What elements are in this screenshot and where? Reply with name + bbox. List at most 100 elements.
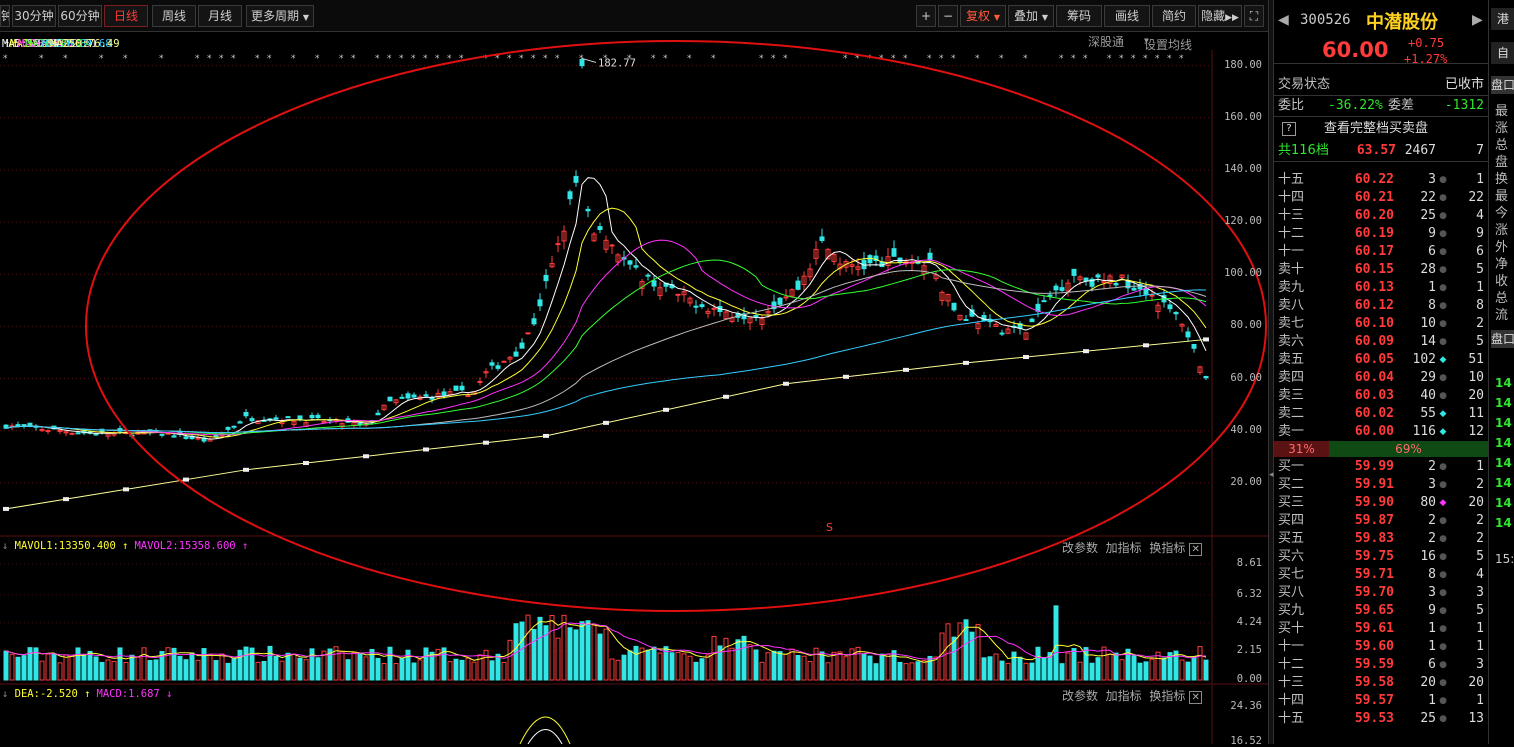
order-book-row[interactable]: 十五 60.22 3 ● 1 (1274, 171, 1488, 189)
order-book-row[interactable]: 十二 60.19 9 ● 9 (1274, 225, 1488, 243)
volume-bar (651, 646, 657, 681)
level-price: 59.61 (1354, 621, 1394, 636)
volume-bar (1119, 659, 1125, 681)
hk-tab[interactable]: 港 (1491, 8, 1514, 30)
event-marker-icon: * (519, 54, 524, 64)
order-book-row[interactable]: 买十 59.61 1 ● 1 (1274, 620, 1488, 638)
event-marker-icon: * (339, 54, 344, 64)
order-book-row[interactable]: 卖二 60.02 55 ◆ 11 (1274, 405, 1488, 423)
help-icon[interactable]: ? (1282, 122, 1296, 136)
order-book-row[interactable]: 十一 59.60 1 ● 1 (1274, 638, 1488, 656)
order-book-row[interactable]: 十二 59.59 6 ● 3 (1274, 656, 1488, 674)
order-book-row[interactable]: 卖六 60.09 14 ● 5 (1274, 333, 1488, 351)
price-axis-tick: 120.00 (1224, 215, 1262, 228)
event-marker-icon: * (291, 54, 296, 64)
order-book-row[interactable]: 卖四 60.04 29 ● 10 (1274, 369, 1488, 387)
level-dot-icon: ● (1439, 175, 1447, 185)
ma250-marker (423, 447, 429, 452)
level-count: 5 (1476, 549, 1484, 564)
order-book-row[interactable]: 买四 59.87 2 ● 2 (1274, 512, 1488, 530)
order-book-row[interactable]: 卖七 60.10 10 ● 2 (1274, 315, 1488, 333)
order-book-row[interactable]: 买三 59.90 80 ◆ 20 (1274, 494, 1488, 512)
add-indicator-link[interactable]: 加指标 (1106, 689, 1142, 703)
event-marker-icon: * (975, 54, 980, 64)
switch-indicator-link[interactable]: 换指标 (1149, 689, 1185, 703)
full-book-row[interactable]: ? 查看完整档买卖盘 (1274, 120, 1488, 140)
candle-body (675, 293, 681, 296)
order-book-row[interactable]: 买七 59.71 8 ● 4 (1274, 566, 1488, 584)
event-marker-icon: * (399, 54, 404, 64)
order-book-row[interactable]: 买八 59.70 3 ● 3 (1274, 584, 1488, 602)
order-book-row[interactable]: 卖五 60.05 102 ◆ 51 (1274, 351, 1488, 369)
handicap-tab-2[interactable]: 盘口 (1491, 330, 1514, 348)
ma250-marker (63, 497, 69, 502)
tick-time-value: 14 (1495, 456, 1512, 470)
level-label: 十五 (1278, 172, 1305, 187)
tick-time-value: 14 (1495, 496, 1512, 510)
order-book-row[interactable]: 买六 59.75 16 ● 5 (1274, 548, 1488, 566)
candle-body (891, 248, 897, 257)
level-dot-icon: ● (1439, 714, 1447, 724)
order-book-row[interactable]: 十四 59.57 1 ● 1 (1274, 692, 1488, 710)
total-levels-label: 共116档 (1278, 143, 1329, 158)
self-select-tab[interactable]: 自 (1491, 42, 1514, 64)
kline-chart[interactable]: * * * * * * * * * * * * * * * * * * * * * * * * * * * * * * * * * * * * * * * *… (0, 0, 1268, 744)
order-book-row[interactable]: 十一 60.17 6 ● 6 (1274, 243, 1488, 261)
order-book-row[interactable]: 买二 59.91 3 ● 2 (1274, 476, 1488, 494)
collapse-arrow-icon[interactable]: ↓ (2, 688, 15, 700)
order-book-row[interactable]: 卖九 60.13 1 ● 1 (1274, 279, 1488, 297)
volume-bar (567, 627, 573, 681)
order-book-row[interactable]: 卖八 60.12 8 ● 8 (1274, 297, 1488, 315)
volume-bar (459, 659, 465, 681)
modify-params-link[interactable]: 改参数 (1062, 689, 1098, 703)
collapse-handle-icon[interactable]: ◂ (1269, 470, 1274, 490)
prev-stock-icon[interactable]: ◀ (1278, 12, 1289, 28)
volume-bar (831, 651, 837, 681)
order-book-row[interactable]: 十三 60.20 25 ● 4 (1274, 207, 1488, 225)
volume-bar (243, 646, 249, 681)
level-price: 59.65 (1354, 603, 1394, 618)
order-book-row[interactable]: 买九 59.65 9 ● 5 (1274, 602, 1488, 620)
volume-bar (507, 639, 513, 681)
event-marker-icon: * (459, 54, 464, 64)
candle-body (465, 395, 471, 398)
candle-body (27, 422, 33, 426)
candle-body (1191, 343, 1197, 349)
modify-params-link[interactable]: 改参数 (1062, 541, 1098, 555)
collapse-arrow-icon[interactable]: ↓ (2, 540, 15, 552)
level-price: 59.87 (1354, 513, 1394, 528)
order-book-row[interactable]: 卖三 60.03 40 ● 20 (1274, 387, 1488, 405)
order-book-row[interactable]: 买一 59.99 2 ● 1 (1274, 458, 1488, 476)
order-book-row[interactable]: 十四 60.21 22 ● 22 (1274, 189, 1488, 207)
volume-bar (897, 661, 903, 681)
volume-bar (1191, 656, 1197, 681)
order-book-row[interactable]: 卖一 60.00 116 ◆ 12 (1274, 423, 1488, 441)
order-book-row[interactable]: 卖十 60.15 28 ● 5 (1274, 261, 1488, 279)
order-book-row[interactable]: 十五 59.53 25 ● 13 (1274, 710, 1488, 728)
order-book-row[interactable]: 十三 59.58 20 ● 20 (1274, 674, 1488, 692)
event-marker-icon: * (1167, 54, 1172, 64)
order-book-row[interactable]: 买五 59.83 2 ● 2 (1274, 530, 1488, 548)
volume-bar (777, 651, 783, 681)
full-book-link[interactable]: 查看完整档买卖盘 (1324, 120, 1428, 138)
event-marker-icon: * (255, 54, 260, 64)
volume-bar (597, 633, 603, 681)
peak-price-label: 182.77 (598, 57, 636, 69)
volume-bar (783, 653, 789, 681)
close-icon[interactable]: ✕ (1189, 691, 1203, 704)
volume-bar (525, 614, 531, 681)
price-axis-tick: 100.00 (1224, 267, 1262, 280)
level-price: 60.20 (1354, 208, 1394, 223)
close-icon[interactable]: ✕ (1189, 543, 1203, 556)
level-dot-icon: ◆ (1439, 409, 1447, 419)
level-count: 51 (1468, 352, 1484, 367)
volume-bar (1155, 651, 1161, 681)
switch-indicator-link[interactable]: 换指标 (1149, 541, 1185, 555)
volume-bar (633, 645, 639, 681)
volume-bar (741, 635, 747, 681)
level-label: 卖一 (1278, 424, 1305, 439)
ma250-marker (903, 367, 909, 372)
handicap-tab[interactable]: 盘口 (1491, 76, 1514, 94)
add-indicator-link[interactable]: 加指标 (1106, 541, 1142, 555)
next-stock-icon[interactable]: ▶ (1472, 12, 1483, 28)
